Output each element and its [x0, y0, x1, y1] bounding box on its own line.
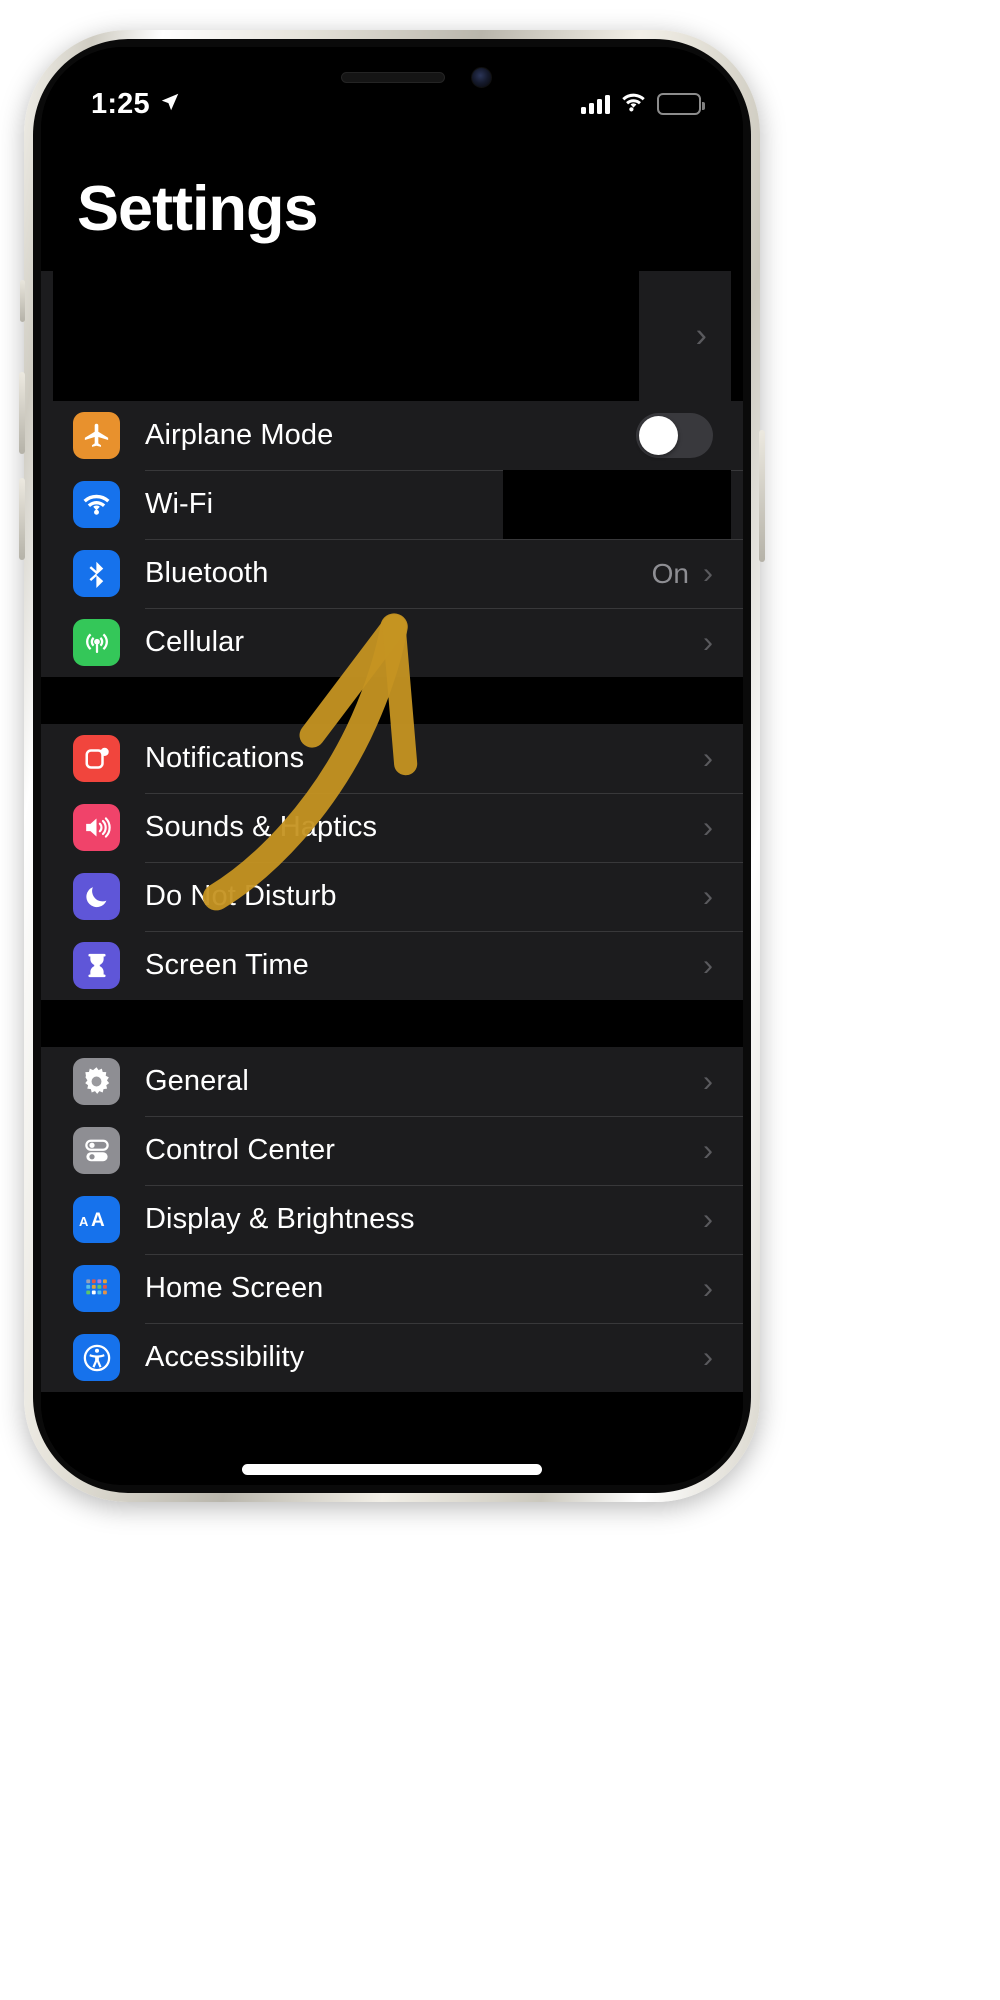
notch: [233, 47, 551, 109]
volume-down-button[interactable]: [19, 478, 25, 560]
wifi-value-redacted: [503, 470, 731, 539]
settings-row-label: Screen Time: [145, 949, 309, 981]
phone-screen: 1:25 Settings › Airplane Mode Wi-Fi Blue…: [41, 47, 743, 1485]
settings-row-screen-time[interactable]: Screen Time ›: [41, 931, 743, 1000]
front-camera-icon: [471, 67, 492, 88]
chevron-right-icon: ›: [703, 1133, 713, 1167]
settings-row-label: Display & Brightness: [145, 1203, 415, 1235]
settings-group-system: General › Control Center › A A Display & B…: [41, 1047, 743, 1392]
svg-text:A: A: [79, 1214, 89, 1229]
chevron-right-icon: ›: [703, 556, 713, 590]
settings-row-home-screen[interactable]: Home Screen ›: [41, 1254, 743, 1323]
chevron-right-icon: ›: [703, 810, 713, 844]
settings-row-accessibility[interactable]: Accessibility ›: [41, 1323, 743, 1392]
apple-id-accessory-block: [639, 271, 731, 401]
silent-switch-button[interactable]: [20, 280, 25, 322]
power-button[interactable]: [759, 430, 765, 562]
chevron-right-icon: ›: [703, 879, 713, 913]
toggle-airplane-mode[interactable]: [636, 413, 713, 458]
chevron-right-icon: ›: [695, 316, 707, 355]
chevron-right-icon: ›: [703, 1064, 713, 1098]
chevron-right-icon: ›: [703, 1202, 713, 1236]
settings-row-value: On: [651, 557, 689, 589]
settings-row-wi-fi[interactable]: Wi-Fi: [41, 470, 743, 539]
settings-row-general[interactable]: General ›: [41, 1047, 743, 1116]
apple-id-avatar-redacted: [41, 271, 53, 401]
wifi-icon: [73, 481, 120, 528]
settings-row-do-not-disturb[interactable]: Do Not Disturb ›: [41, 862, 743, 931]
chevron-right-icon: ›: [703, 1271, 713, 1305]
settings-row-bluetooth[interactable]: Bluetooth On ›: [41, 539, 743, 608]
speaker-icon: [73, 804, 120, 851]
settings-row-label: Home Screen: [145, 1272, 324, 1304]
settings-row-label: Bluetooth: [145, 557, 269, 589]
settings-row-label: Do Not Disturb: [145, 880, 337, 912]
settings-row-display-brightness[interactable]: A A Display & Brightness ›: [41, 1185, 743, 1254]
chevron-right-icon: ›: [703, 948, 713, 982]
gear-icon: [73, 1058, 120, 1105]
toggle-knob: [639, 416, 678, 455]
settings-group-alerts: Notifications › Sounds & Haptics › Do Not D…: [41, 724, 743, 1000]
settings-row-label: Notifications: [145, 742, 305, 774]
settings-row-label: General: [145, 1065, 249, 1097]
settings-groups: Airplane Mode Wi-Fi Bluetooth On › Cellular…: [41, 401, 743, 1392]
volume-up-button[interactable]: [19, 372, 25, 454]
settings-row-control-center[interactable]: Control Center ›: [41, 1116, 743, 1185]
settings-row-notifications[interactable]: Notifications ›: [41, 724, 743, 793]
settings-row-label: Accessibility: [145, 1341, 305, 1373]
chevron-right-icon: ›: [703, 625, 713, 659]
home-indicator[interactable]: [242, 1464, 542, 1475]
bluetooth-icon: [73, 550, 120, 597]
settings-row-label: Airplane Mode: [145, 419, 334, 451]
settings-group-connectivity: Airplane Mode Wi-Fi Bluetooth On › Cellular…: [41, 401, 743, 677]
iphone-device: 1:25 Settings › Airplane Mode Wi-Fi Blue…: [19, 30, 765, 1502]
chevron-right-icon: ›: [703, 741, 713, 775]
settings-row-label: Cellular: [145, 626, 245, 658]
settings-row-sounds-haptics[interactable]: Sounds & Haptics ›: [41, 793, 743, 862]
airplane-icon: [73, 412, 120, 459]
notifications-icon: [73, 735, 120, 782]
settings-row-label: Sounds & Haptics: [145, 811, 378, 843]
home-screen-icon: [73, 1265, 120, 1312]
accessibility-icon: [73, 1334, 120, 1381]
display-brightness-icon: A A: [73, 1196, 120, 1243]
moon-icon: [73, 873, 120, 920]
earpiece-speaker-icon: [341, 72, 445, 83]
hourglass-icon: [73, 942, 120, 989]
cellular-antenna-icon: [73, 619, 120, 666]
settings-row-airplane-mode[interactable]: Airplane Mode: [41, 401, 743, 470]
settings-app: 1:25 Settings › Airplane Mode Wi-Fi Blue…: [41, 47, 743, 1485]
chevron-right-icon: ›: [703, 1340, 713, 1374]
apple-id-row[interactable]: ›: [41, 271, 743, 401]
settings-row-label: Control Center: [145, 1134, 335, 1166]
settings-row-cellular[interactable]: Cellular ›: [41, 608, 743, 677]
control-center-icon: [73, 1127, 120, 1174]
svg-text:A: A: [91, 1210, 105, 1231]
